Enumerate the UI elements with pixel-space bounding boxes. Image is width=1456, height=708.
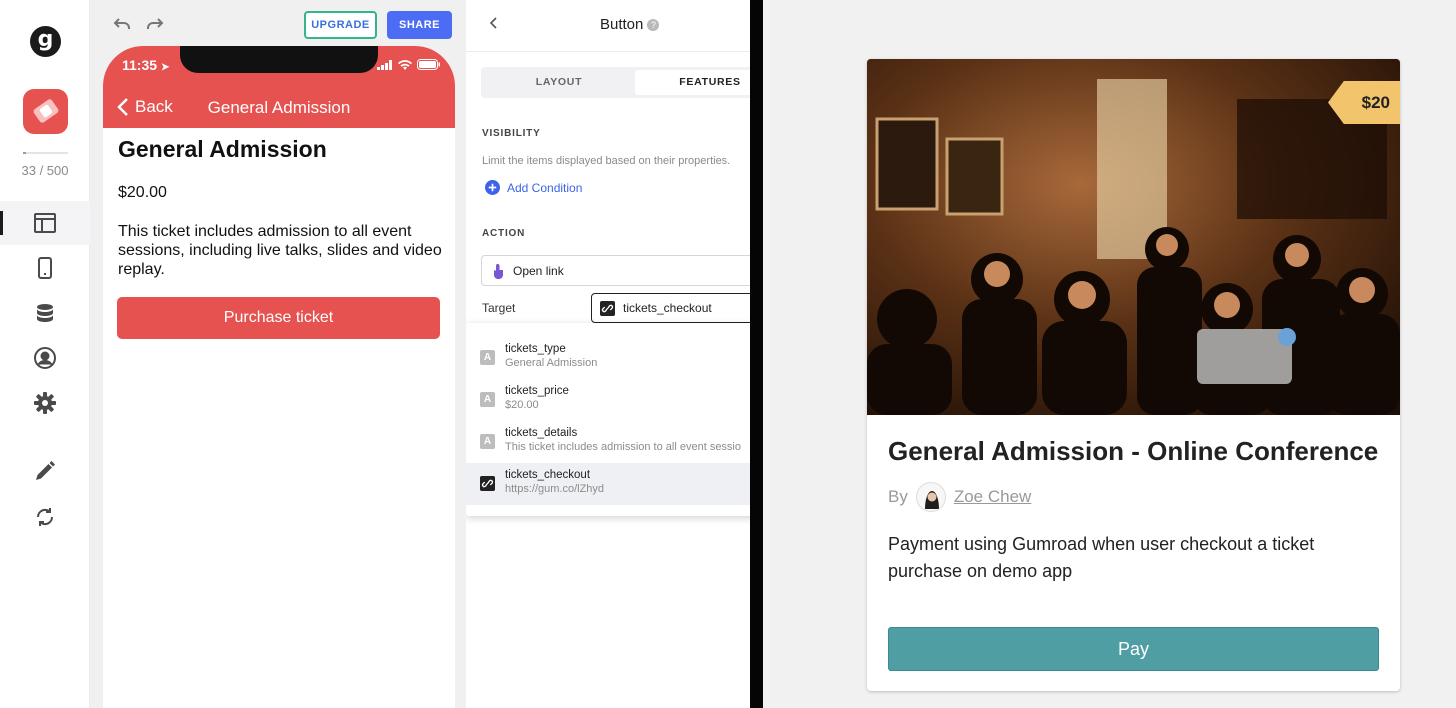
text-column-icon: A — [480, 434, 495, 449]
option-name: tickets_details — [505, 427, 578, 439]
option-value: https://gum.co/lZhyd — [505, 483, 605, 495]
database-icon — [37, 304, 53, 322]
layout-icon — [34, 213, 56, 233]
split-divider[interactable] — [750, 0, 763, 708]
purchase-ticket-button[interactable]: Purchase ticket — [117, 297, 440, 339]
gear-icon — [34, 392, 56, 414]
link-icon — [600, 300, 615, 316]
rail-item-edit[interactable] — [0, 449, 90, 493]
share-button[interactable]: SHARE — [387, 11, 452, 39]
pay-button[interactable]: Pay — [888, 627, 1379, 671]
app-icon[interactable] — [23, 89, 68, 134]
phone-icon — [38, 257, 52, 279]
target-select[interactable]: tickets_checkout — [591, 293, 750, 323]
app-root: g 33 / 500 UPGRADE SHARE 11:35 ➤ General… — [0, 0, 1456, 708]
help-icon[interactable]: ? — [647, 19, 660, 31]
by-label: By — [888, 487, 908, 506]
target-value: tickets_checkout — [623, 301, 712, 315]
option-name: tickets_checkout — [505, 469, 591, 481]
ticket-price: $20.00 — [118, 184, 167, 201]
phone-frame: 11:35 ➤ General Admission Back General A… — [103, 46, 455, 708]
product-card: $20 General Admission - Online Conferenc… — [867, 59, 1400, 691]
product-description: Payment using Gumroad when user checkout… — [888, 534, 1315, 581]
dropdown-option[interactable]: A tickets_type General Admission — [466, 337, 750, 379]
option-name: tickets_price — [505, 385, 569, 397]
rail-item-layout[interactable] — [0, 201, 90, 245]
author-link[interactable]: Zoe Chew — [954, 487, 1031, 507]
dropdown-option-selected[interactable]: tickets_checkout https://gum.co/lZhyd — [466, 463, 750, 505]
visibility-label: VISIBILITY — [482, 128, 541, 139]
usage-progress-bar — [23, 152, 68, 154]
action-value: Open link — [513, 263, 564, 278]
rail-item-settings[interactable] — [0, 381, 90, 425]
status-time: 11:35 ➤ — [122, 57, 170, 73]
visibility-description: Limit the items displayed based on their… — [482, 155, 731, 167]
pencil-icon — [36, 461, 55, 480]
event-photo: $20 — [867, 59, 1400, 415]
target-label: Target — [482, 301, 516, 315]
add-condition-label: Add Condition — [507, 180, 583, 195]
plus-circle-icon — [485, 180, 500, 195]
link-icon — [480, 476, 495, 491]
target-dropdown: A tickets_type General Admission A ticke… — [466, 323, 750, 516]
tab-layout[interactable]: LAYOUT — [484, 70, 634, 95]
text-column-icon: A — [480, 392, 495, 407]
tab-features[interactable]: FEATURES — [635, 70, 750, 95]
panel-title: Button? — [600, 16, 660, 33]
redo-icon[interactable] — [143, 13, 167, 37]
action-select[interactable]: Open link — [481, 255, 750, 286]
action-label: ACTION — [482, 228, 526, 239]
panel-back-button[interactable] — [488, 14, 498, 35]
rail-item-users[interactable] — [0, 336, 90, 380]
sync-icon — [36, 508, 54, 526]
wifi-icon — [398, 59, 412, 70]
chevron-left-icon — [117, 98, 128, 116]
usage-count: 33 / 500 — [21, 163, 69, 178]
usage-progress-fill — [23, 152, 26, 154]
option-value: General Admission — [505, 357, 598, 369]
properties-panel: Button? LAYOUT FEATURES VISIBILITY Limit… — [466, 0, 750, 708]
rail-item-data[interactable] — [0, 292, 90, 336]
dropdown-option[interactable]: A tickets_price $20.00 — [466, 379, 750, 421]
signal-icon — [377, 59, 392, 70]
option-name: tickets_type — [505, 343, 566, 355]
checkout-page: $20 General Admission - Online Conferenc… — [763, 0, 1456, 708]
battery-icon — [417, 59, 440, 70]
back-label: Back — [135, 97, 173, 116]
back-button[interactable]: Back — [117, 97, 173, 117]
left-sidebar: g 33 / 500 — [0, 0, 90, 708]
conference-audience-image — [867, 59, 1400, 415]
status-icons — [377, 59, 441, 70]
phone-header: 11:35 ➤ General Admission Back — [103, 46, 455, 128]
dropdown-option[interactable]: A tickets_details This ticket includes a… — [466, 421, 750, 463]
product-title: General Admission - Online Conference — [888, 436, 1379, 466]
user-icon — [34, 347, 56, 369]
avatar — [915, 482, 946, 512]
chevron-left-icon — [489, 17, 497, 29]
phone-notch — [180, 46, 378, 73]
ticket-icon — [32, 98, 60, 124]
text-column-icon: A — [480, 350, 495, 365]
upgrade-button[interactable]: UPGRADE — [304, 11, 377, 39]
option-value: This ticket includes admission to all ev… — [505, 441, 741, 453]
tap-icon — [494, 263, 503, 279]
option-value: $20.00 — [505, 399, 539, 411]
panel-header: Button? — [466, 0, 750, 52]
preview-area: UPGRADE SHARE 11:35 ➤ General Admission … — [90, 0, 466, 708]
undo-icon[interactable] — [110, 13, 134, 37]
rail-item-phone[interactable] — [0, 246, 90, 290]
panel-tabs: LAYOUT FEATURES — [481, 67, 750, 98]
add-condition-button[interactable]: Add Condition — [485, 180, 582, 195]
author-line: By Zoe Chew — [888, 482, 1031, 512]
glide-logo[interactable]: g — [30, 26, 61, 57]
ticket-description: This ticket includes admission to all ev… — [118, 223, 442, 278]
rail-item-sync[interactable] — [0, 495, 90, 539]
ticket-title: General Admission — [118, 136, 327, 162]
